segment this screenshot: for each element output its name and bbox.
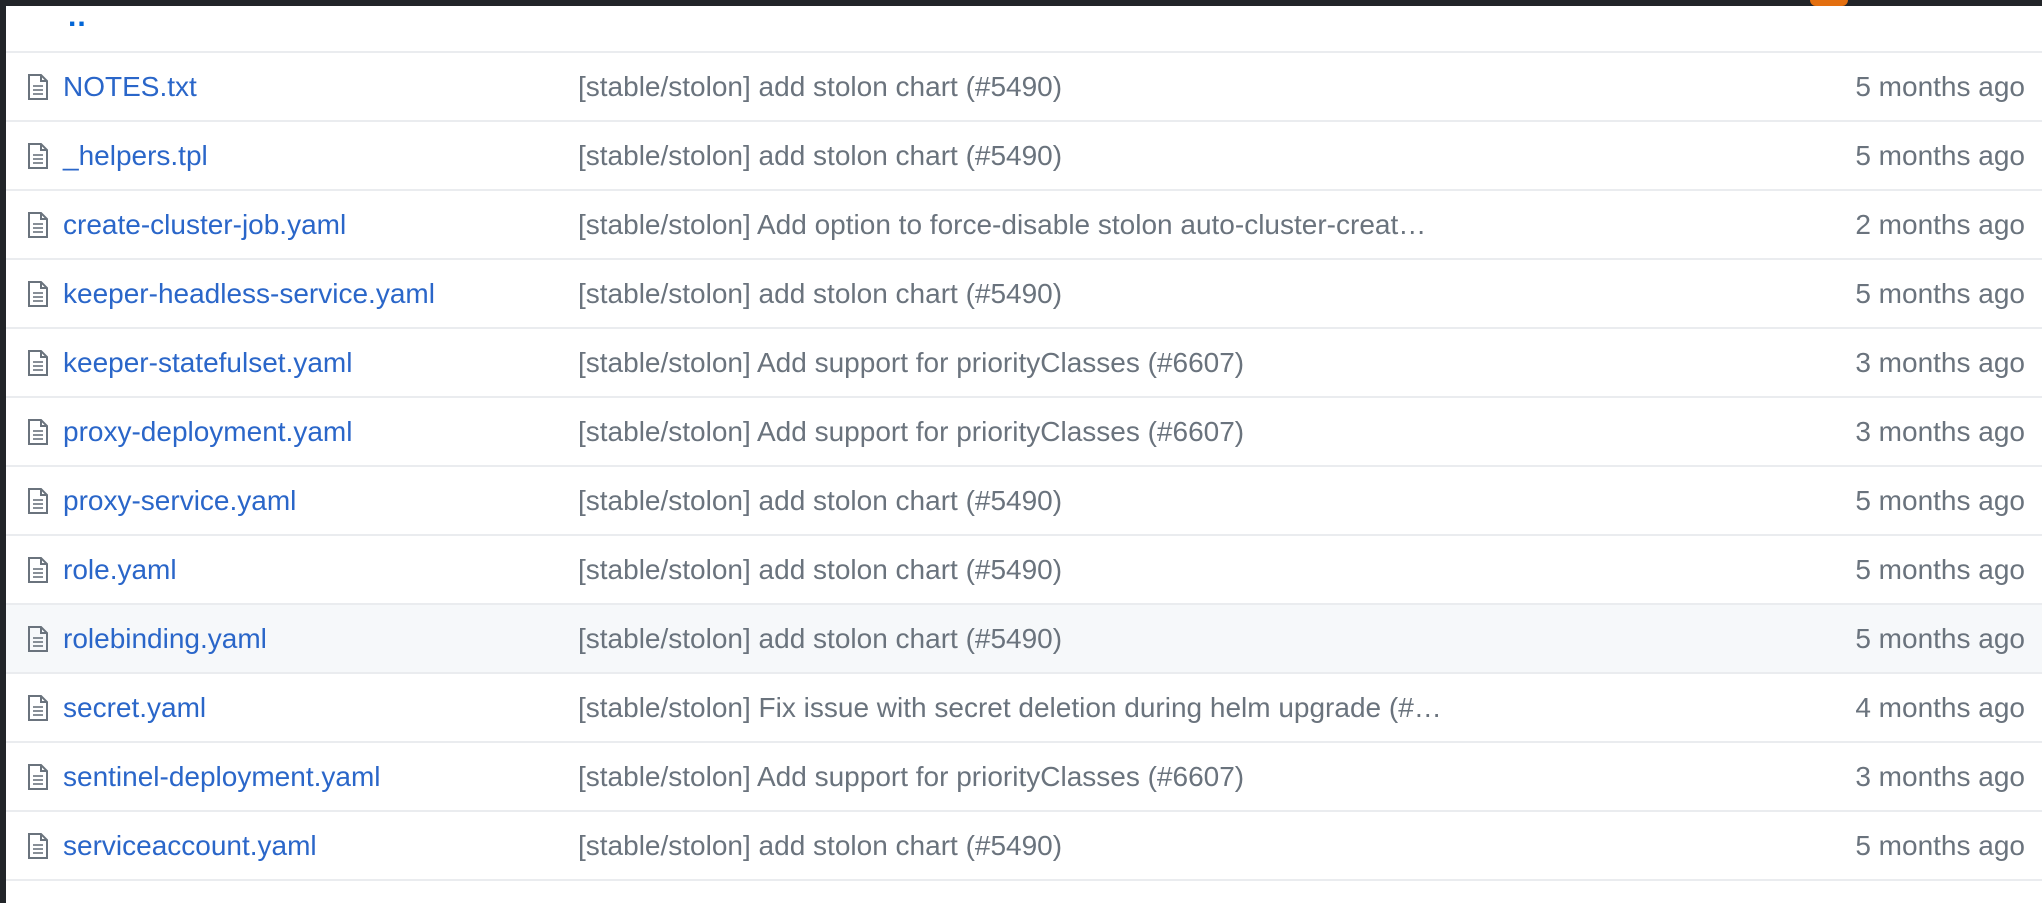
file-name-link[interactable]: create-cluster-job.yaml <box>63 191 346 258</box>
commit-message-link[interactable]: [stable/stolon] Add support for priority… <box>578 329 1244 396</box>
file-browser-page: .. NOTES.txt [stable/stolon] add stolon … <box>0 0 2042 903</box>
file-icon <box>28 212 48 238</box>
file-icon <box>28 488 48 514</box>
commit-age: 5 months ago <box>1855 278 2025 309</box>
commit-age: 5 months ago <box>1855 71 2025 102</box>
file-icon <box>28 764 48 790</box>
file-row[interactable]: NOTES.txt [stable/stolon] add stolon cha… <box>6 53 2042 122</box>
file-row[interactable]: serviceaccount.yaml [stable/stolon] add … <box>6 812 2042 881</box>
file-row[interactable]: create-cluster-job.yaml [stable/stolon] … <box>6 191 2042 260</box>
file-name-link[interactable]: NOTES.txt <box>63 53 197 120</box>
commit-message-link[interactable]: [stable/stolon] add stolon chart (#5490) <box>578 467 1062 534</box>
commit-age: 3 months ago <box>1855 416 2025 447</box>
file-row[interactable]: rolebinding.yaml [stable/stolon] add sto… <box>6 605 2042 674</box>
file-icon <box>28 350 48 376</box>
file-row[interactable]: secret.yaml [stable/stolon] Fix issue wi… <box>6 674 2042 743</box>
file-row[interactable]: keeper-headless-service.yaml [stable/sto… <box>6 260 2042 329</box>
commit-message-link[interactable]: [stable/stolon] Fix issue with secret de… <box>578 674 1442 741</box>
file-row[interactable]: _helpers.tpl [stable/stolon] add stolon … <box>6 122 2042 191</box>
parent-directory-row: .. <box>6 0 2042 53</box>
commit-age: 5 months ago <box>1855 140 2025 171</box>
commit-age: 5 months ago <box>1855 830 2025 861</box>
commit-message-link[interactable]: [stable/stolon] add stolon chart (#5490) <box>578 53 1062 120</box>
file-row[interactable]: keeper-statefulset.yaml [stable/stolon] … <box>6 329 2042 398</box>
commit-age: 5 months ago <box>1855 623 2025 654</box>
file-icon <box>28 419 48 445</box>
commit-age: 2 months ago <box>1855 209 2025 240</box>
file-row[interactable]: role.yaml [stable/stolon] add stolon cha… <box>6 536 2042 605</box>
file-name-link[interactable]: keeper-statefulset.yaml <box>63 329 352 396</box>
file-list: .. NOTES.txt [stable/stolon] add stolon … <box>6 0 2042 881</box>
commit-message-link[interactable]: [stable/stolon] Add support for priority… <box>578 743 1244 810</box>
commit-message-link[interactable]: [stable/stolon] add stolon chart (#5490) <box>578 812 1062 879</box>
file-icon <box>28 833 48 859</box>
file-row[interactable]: proxy-service.yaml [stable/stolon] add s… <box>6 467 2042 536</box>
file-icon <box>28 143 48 169</box>
file-name-link[interactable]: role.yaml <box>63 536 177 603</box>
file-icon <box>28 626 48 652</box>
file-rows: NOTES.txt [stable/stolon] add stolon cha… <box>6 53 2042 881</box>
commit-message-link[interactable]: [stable/stolon] add stolon chart (#5490) <box>578 536 1062 603</box>
commit-age: 5 months ago <box>1855 554 2025 585</box>
file-name-link[interactable]: secret.yaml <box>63 674 206 741</box>
file-icon <box>28 281 48 307</box>
commit-message-link[interactable]: [stable/stolon] Add option to force-disa… <box>578 191 1426 258</box>
file-name-link[interactable]: proxy-deployment.yaml <box>63 398 352 465</box>
file-row[interactable]: proxy-deployment.yaml [stable/stolon] Ad… <box>6 398 2042 467</box>
file-name-link[interactable]: serviceaccount.yaml <box>63 812 317 879</box>
file-name-link[interactable]: sentinel-deployment.yaml <box>63 743 381 810</box>
commit-message-link[interactable]: [stable/stolon] add stolon chart (#5490) <box>578 260 1062 327</box>
file-name-link[interactable]: rolebinding.yaml <box>63 605 267 672</box>
file-name-link[interactable]: proxy-service.yaml <box>63 467 296 534</box>
file-name-link[interactable]: keeper-headless-service.yaml <box>63 260 435 327</box>
file-icon <box>28 557 48 583</box>
parent-directory-link[interactable]: .. <box>68 0 87 34</box>
file-name-link[interactable]: _helpers.tpl <box>63 122 208 189</box>
file-icon <box>28 695 48 721</box>
commit-age: 3 months ago <box>1855 761 2025 792</box>
commit-message-link[interactable]: [stable/stolon] Add support for priority… <box>578 398 1244 465</box>
commit-age: 5 months ago <box>1855 485 2025 516</box>
commit-age: 3 months ago <box>1855 347 2025 378</box>
file-row[interactable]: sentinel-deployment.yaml [stable/stolon]… <box>6 743 2042 812</box>
commit-message-link[interactable]: [stable/stolon] add stolon chart (#5490) <box>578 605 1062 672</box>
commit-age: 4 months ago <box>1855 692 2025 723</box>
file-icon <box>28 74 48 100</box>
commit-message-link[interactable]: [stable/stolon] add stolon chart (#5490) <box>578 122 1062 189</box>
